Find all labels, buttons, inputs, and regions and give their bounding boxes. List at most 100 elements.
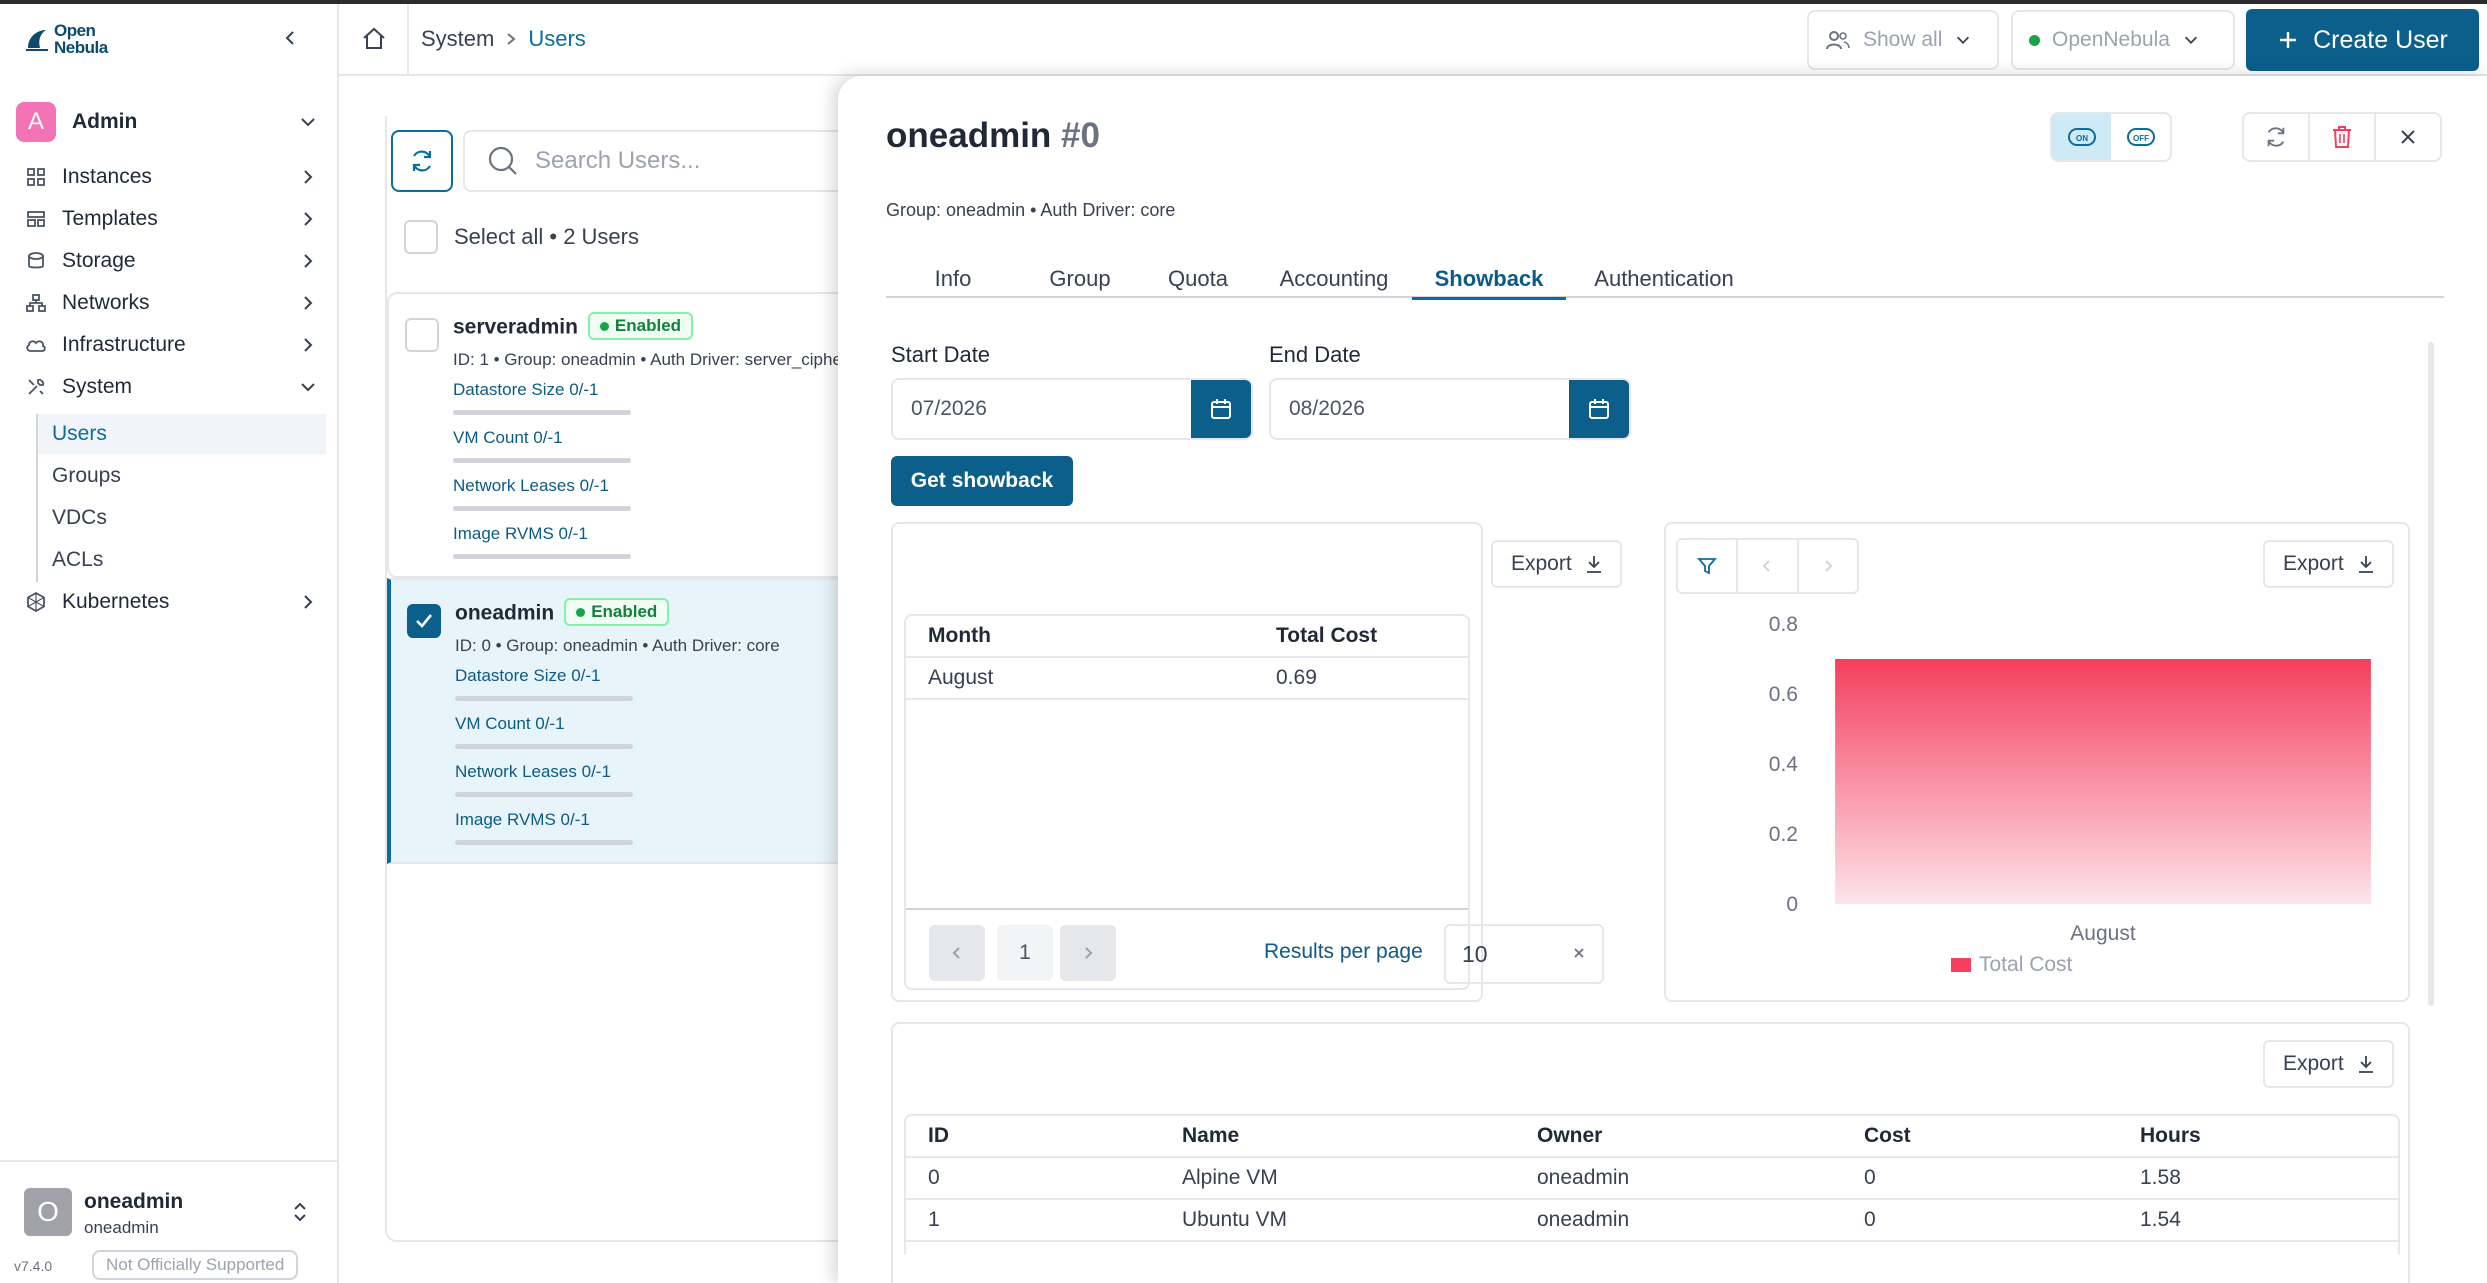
zone-selector[interactable]: OpenNebula bbox=[2011, 10, 2235, 70]
close-icon bbox=[2401, 130, 2415, 144]
search-input[interactable]: Search Users... bbox=[463, 130, 883, 192]
status-text: Enabled bbox=[614, 316, 682, 335]
export-chart-button[interactable]: Export bbox=[2263, 540, 2394, 588]
chart-next-button[interactable] bbox=[1799, 540, 1857, 592]
next-page-button[interactable] bbox=[1060, 925, 1116, 981]
chart-toolbar bbox=[1676, 538, 1859, 594]
legend-label: Total Cost bbox=[1979, 953, 2073, 976]
export-vm-button[interactable]: Export bbox=[2263, 1040, 2394, 1088]
y-tick-label: 0.6 bbox=[1769, 683, 1798, 706]
tab-info[interactable]: Info bbox=[886, 260, 1020, 298]
prev-page-button[interactable] bbox=[929, 925, 985, 981]
sidebar-item-infrastructure[interactable]: Infrastructure bbox=[24, 325, 324, 365]
select-all[interactable]: Select all • 2 Users bbox=[404, 220, 639, 254]
kubernetes-icon bbox=[24, 592, 48, 612]
get-showback-button[interactable]: Get showback bbox=[891, 456, 1073, 506]
quota-bar bbox=[455, 792, 633, 797]
end-date-field[interactable]: 08/2026 bbox=[1269, 378, 1631, 440]
account-selector[interactable]: A Admin bbox=[16, 100, 324, 144]
breadcrumb-users[interactable]: Users bbox=[528, 26, 585, 52]
quota-vm-count: VM Count 0/-1 bbox=[455, 714, 565, 733]
user-checkbox[interactable] bbox=[405, 318, 439, 352]
close-panel-button[interactable] bbox=[2376, 114, 2440, 160]
export-monthly-button[interactable]: Export bbox=[1491, 540, 1622, 588]
table-row[interactable]: August 0.69 bbox=[906, 658, 1468, 700]
detail-actions bbox=[2242, 112, 2442, 162]
cell-id: 1 bbox=[928, 1208, 940, 1231]
quota-bar bbox=[453, 410, 631, 415]
refresh-list-button[interactable] bbox=[391, 130, 453, 192]
user-checkbox-checked[interactable] bbox=[407, 604, 441, 638]
user-name-text: oneadmin bbox=[455, 601, 555, 625]
status-text: Enabled bbox=[591, 602, 658, 621]
end-date-calendar-button[interactable] bbox=[1569, 380, 1629, 438]
sidebar-item-kubernetes[interactable]: Kubernetes bbox=[24, 582, 324, 622]
delete-user-button[interactable] bbox=[2310, 114, 2376, 160]
show-all-filter[interactable]: Show all bbox=[1807, 10, 1999, 70]
chevron-down-icon bbox=[298, 112, 318, 132]
start-date-label: Start Date bbox=[891, 342, 991, 367]
sidebar-item-users[interactable]: Users bbox=[38, 414, 326, 454]
page-number[interactable]: 1 bbox=[997, 925, 1053, 981]
create-user-button[interactable]: Create User bbox=[2246, 9, 2479, 71]
clear-icon[interactable] bbox=[1572, 946, 1586, 960]
logo-text-line1: Open bbox=[54, 21, 96, 40]
col-hours: Hours bbox=[2140, 1124, 2201, 1147]
storage-icon bbox=[24, 251, 48, 271]
chevron-down-icon bbox=[298, 377, 318, 397]
system-icon bbox=[24, 377, 48, 397]
chevron-down-icon bbox=[1954, 31, 1972, 49]
filter-button[interactable] bbox=[1678, 540, 1739, 592]
y-tick-label: 0 bbox=[1786, 893, 1798, 916]
sidebar-item-networks[interactable]: Networks bbox=[24, 283, 324, 323]
sidebar-item-groups[interactable]: Groups bbox=[38, 456, 326, 496]
calendar-icon bbox=[1211, 399, 1231, 419]
x-tick-label: August bbox=[2070, 922, 2136, 945]
user-card-oneadmin[interactable]: oneadmin Enabled ID: 0 • Group: oneadmin … bbox=[387, 578, 887, 864]
detail-tabs: Info Group Quota Accounting Showback Aut… bbox=[886, 260, 2444, 300]
current-user-menu[interactable]: O oneadmin oneadmin bbox=[0, 1160, 339, 1250]
chevron-left-icon bbox=[1763, 560, 1771, 572]
start-date-calendar-button[interactable] bbox=[1191, 380, 1251, 438]
chevron-right-icon bbox=[298, 592, 318, 612]
refresh-detail-button[interactable] bbox=[2244, 114, 2310, 160]
disable-button[interactable]: OFF bbox=[2111, 114, 2170, 160]
panel-scrollbar[interactable] bbox=[2428, 342, 2434, 1006]
collapse-sidebar-button[interactable] bbox=[280, 28, 300, 48]
version-label: v7.4.0 bbox=[14, 1258, 53, 1274]
tab-accounting[interactable]: Accounting bbox=[1256, 260, 1412, 298]
home-icon[interactable] bbox=[361, 26, 387, 52]
sidebar-item-label: Templates bbox=[62, 207, 158, 230]
sidebar-item-vdcs[interactable]: VDCs bbox=[38, 498, 326, 538]
results-per-page-select[interactable]: 10 bbox=[1444, 924, 1604, 984]
start-date-field[interactable]: 07/2026 bbox=[891, 378, 1253, 440]
table-row[interactable]: 0 Alpine VM oneadmin 0 1.58 bbox=[906, 1158, 2398, 1200]
check-icon bbox=[416, 614, 433, 628]
chevron-right-icon bbox=[504, 32, 518, 46]
enable-button[interactable]: ON bbox=[2052, 114, 2111, 160]
tab-quota[interactable]: Quota bbox=[1140, 260, 1256, 298]
cell-cost: 0 bbox=[1864, 1166, 1876, 1189]
sidebar-item-system[interactable]: System bbox=[24, 367, 324, 407]
tab-showback[interactable]: Showback bbox=[1412, 260, 1566, 300]
sidebar-item-templates[interactable]: Templates bbox=[24, 199, 324, 239]
user-card-serveradmin[interactable]: serveradmin Enabled ID: 1 • Group: oneadm… bbox=[387, 292, 887, 578]
table-row[interactable]: 1 Ubuntu VM oneadmin 0 1.54 bbox=[906, 1200, 2398, 1242]
breadcrumb-system[interactable]: System bbox=[421, 26, 494, 52]
user-card-meta: ID: 1 • Group: oneadmin • Auth Driver: s… bbox=[453, 350, 848, 369]
tab-authentication[interactable]: Authentication bbox=[1566, 260, 1762, 298]
tab-group[interactable]: Group bbox=[1020, 260, 1140, 298]
sidebar-item-acls[interactable]: ACLs bbox=[38, 540, 326, 580]
sidebar-item-instances[interactable]: Instances bbox=[24, 157, 324, 197]
select-all-checkbox[interactable] bbox=[404, 220, 438, 254]
opennebula-logo[interactable]: Open Nebula bbox=[24, 22, 108, 56]
quota-image-rvms: Image RVMS 0/-1 bbox=[453, 524, 588, 543]
sidebar-item-storage[interactable]: Storage bbox=[24, 241, 324, 281]
col-total-cost: Total Cost bbox=[1276, 624, 1378, 647]
cell-month: August bbox=[928, 666, 994, 689]
chart-prev-button[interactable] bbox=[1738, 540, 1799, 592]
end-date-label: End Date bbox=[1269, 342, 1361, 367]
refresh-icon bbox=[412, 150, 432, 172]
networks-icon bbox=[24, 293, 48, 313]
search-placeholder: Search Users... bbox=[535, 147, 701, 174]
